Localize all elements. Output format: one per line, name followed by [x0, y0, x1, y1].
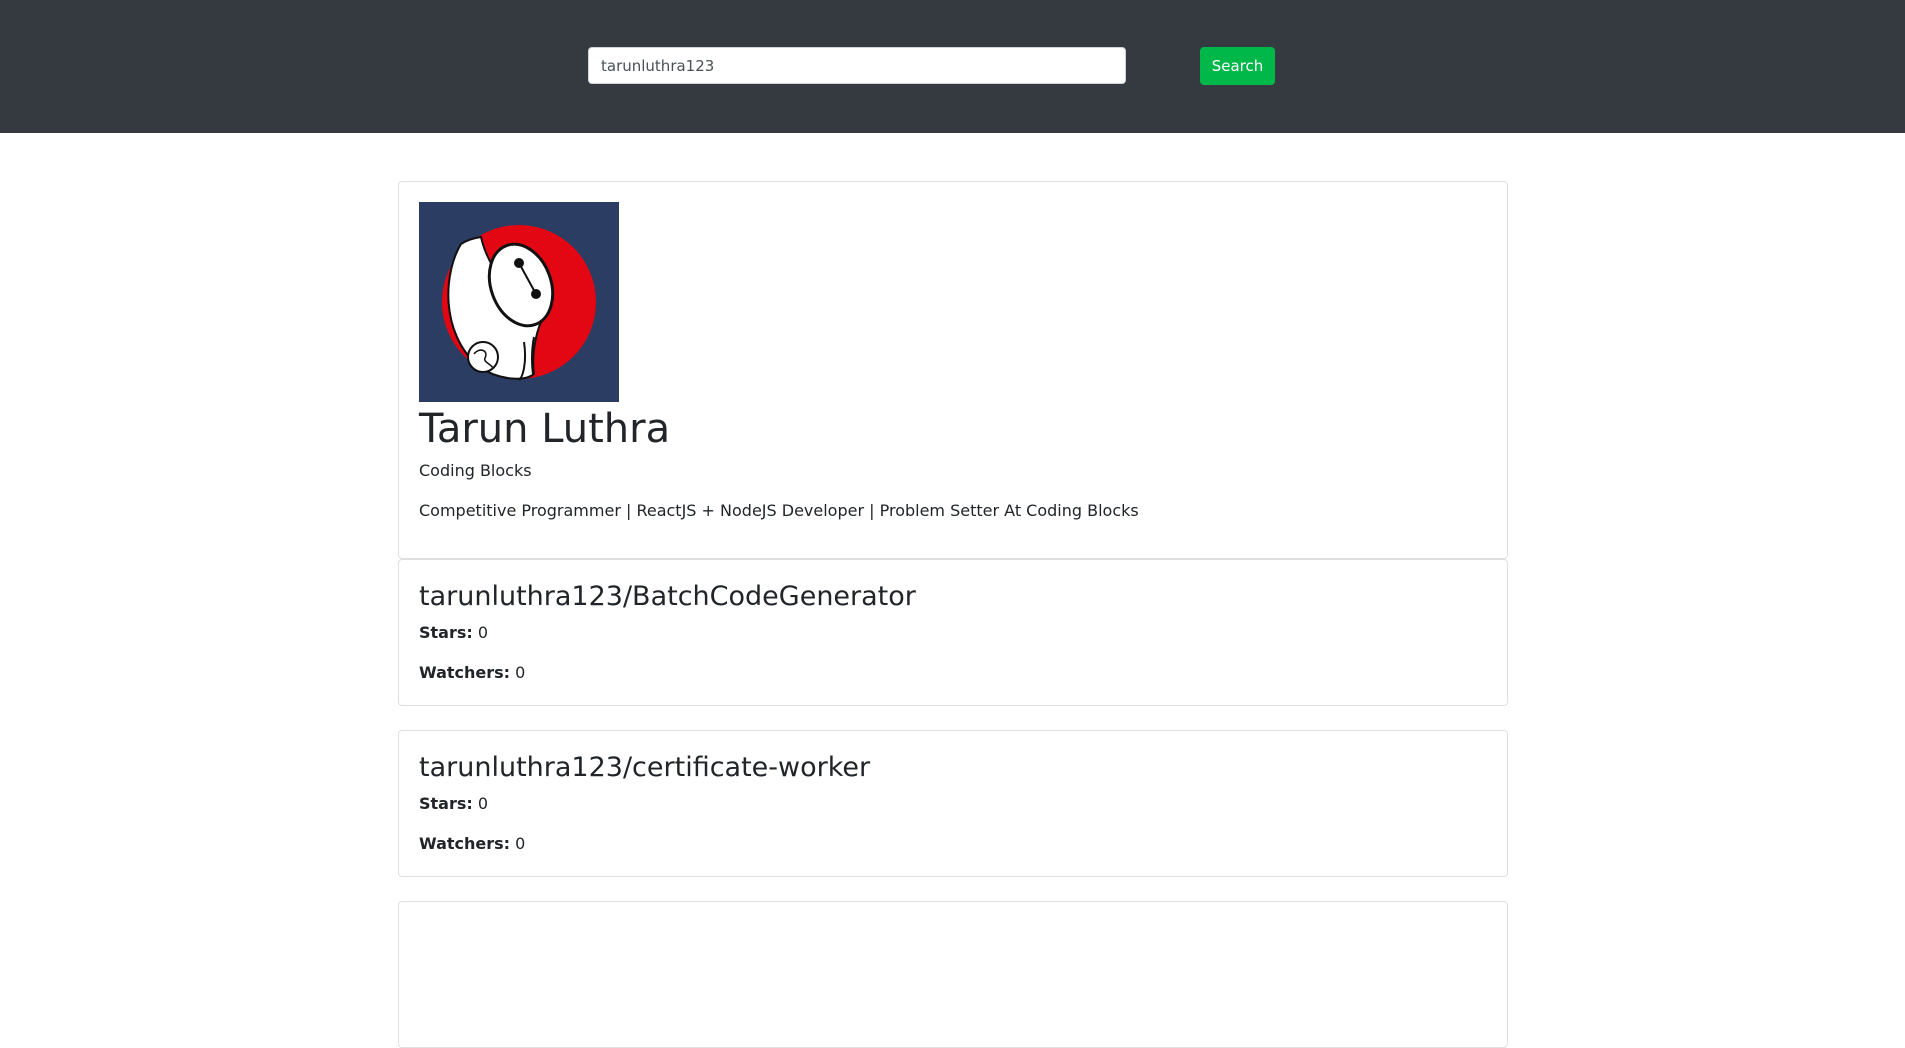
watchers-label: Watchers: [419, 834, 511, 853]
avatar [419, 202, 619, 402]
repo-watchers: Watchers: 0 [419, 662, 525, 684]
repo-title: tarunluthra123/BatchCodeGenerator [419, 581, 916, 612]
repo-title: tarunluthra123/certificate-worker [419, 752, 871, 783]
repo-card: tarunluthra123/BatchCodeGenerator Stars:… [398, 559, 1508, 706]
repo-watchers: Watchers: 0 [419, 833, 525, 855]
baymax-avatar-icon [419, 202, 619, 402]
repo-stars: Stars: 0 [419, 622, 488, 644]
watchers-value: 0 [515, 663, 526, 682]
profile-name: Tarun Luthra [419, 406, 671, 452]
stars-label: Stars: [419, 623, 473, 642]
search-input[interactable] [588, 47, 1126, 84]
profile-card: Tarun Luthra Coding Blocks Competitive P… [398, 181, 1508, 559]
stars-value: 0 [477, 623, 489, 642]
repo-card [398, 901, 1508, 1048]
repo-card: tarunluthra123/certificate-worker Stars:… [398, 730, 1508, 877]
profile-company: Coding Blocks [419, 461, 532, 480]
watchers-label: Watchers: [419, 663, 511, 682]
search-button[interactable]: Search [1200, 47, 1275, 85]
repo-stars: Stars: 0 [419, 793, 488, 815]
top-navbar: Search [0, 0, 1905, 133]
stars-label: Stars: [419, 794, 473, 813]
watchers-value: 0 [515, 834, 526, 853]
stars-value: 0 [477, 794, 489, 813]
profile-bio: Competitive Programmer | ReactJS + NodeJ… [419, 501, 1139, 520]
